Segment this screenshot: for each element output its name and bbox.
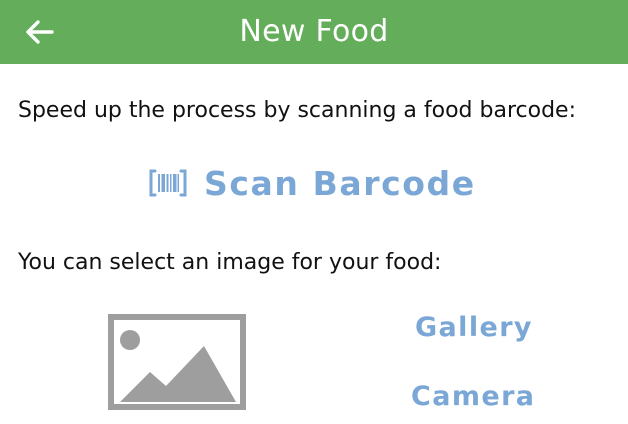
gallery-button[interactable]: Gallery xyxy=(415,312,533,343)
arrow-left-icon xyxy=(26,20,54,44)
scan-instructions: Speed up the process by scanning a food … xyxy=(18,98,576,123)
barcode-icon xyxy=(149,169,187,197)
camera-button[interactable]: Camera xyxy=(411,381,535,412)
scan-barcode-button[interactable]: Scan Barcode xyxy=(148,158,476,208)
back-button[interactable] xyxy=(22,14,58,50)
image-placeholder[interactable] xyxy=(108,314,246,410)
page-title: New Food xyxy=(239,14,389,49)
image-instructions: You can select an image for your food: xyxy=(18,250,442,275)
scan-barcode-label: Scan Barcode xyxy=(204,163,476,203)
app-header: New Food xyxy=(0,0,628,64)
image-placeholder-icon xyxy=(108,314,246,410)
